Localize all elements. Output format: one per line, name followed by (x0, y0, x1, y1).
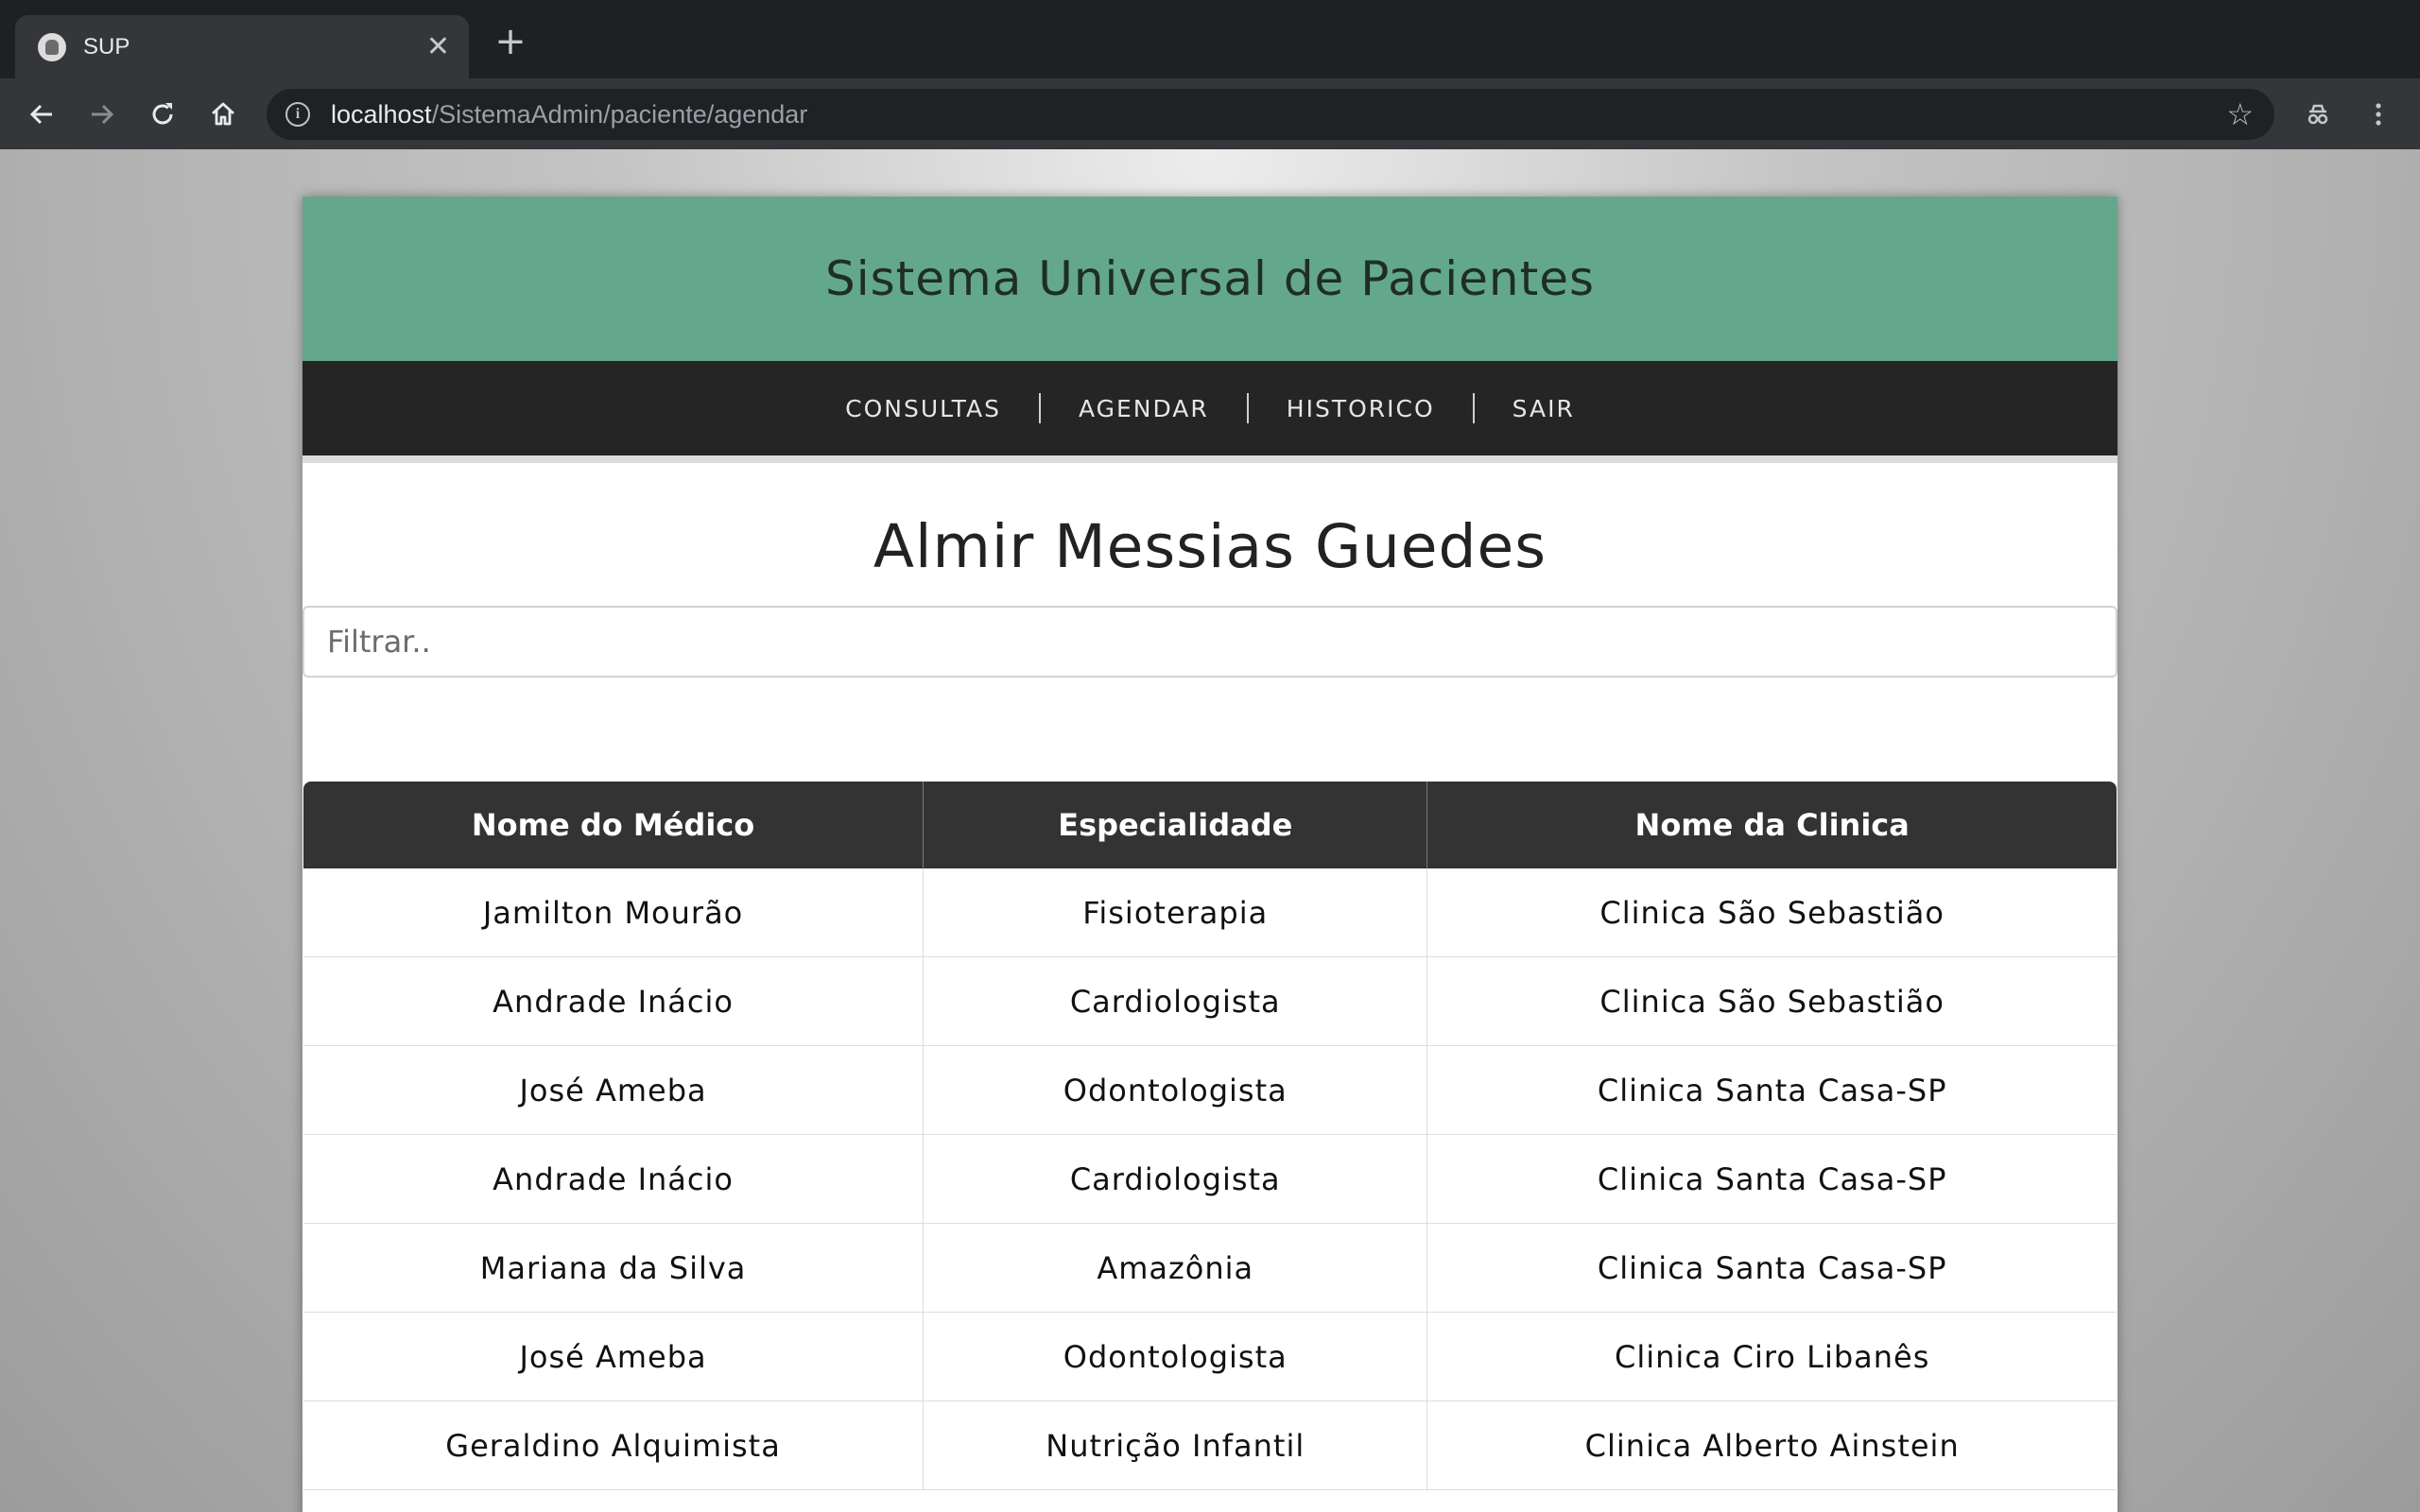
specialty-cell: Cardiologista (924, 1135, 1428, 1224)
browser-tabstrip: SUP ✕ + (0, 0, 2420, 78)
clinic-name-cell: Clinica Ciro Libanês (1427, 1313, 2117, 1401)
table-row[interactable]: Geraldino Alquimista Nutrição Infantil C… (303, 1401, 2117, 1490)
table-row[interactable]: José Ameba Odontologista Clinica Santa C… (303, 1046, 2117, 1135)
column-header-doctor[interactable]: Nome do Médico (303, 782, 925, 868)
specialty-cell: Odontologista (924, 1046, 1428, 1135)
column-header-clinic[interactable]: Nome da Clinica (1427, 782, 2117, 868)
doctor-name-cell: Geraldino Alquimista (303, 1401, 925, 1490)
filter-input[interactable] (302, 606, 2118, 678)
table-row[interactable]: José Ameba Odontologista Clinica Ciro Li… (303, 1313, 2117, 1401)
home-icon[interactable] (204, 95, 242, 133)
doctor-name-cell: Mariana da Silva (303, 1224, 925, 1313)
doctor-name-cell: Andrade Inácio (303, 1135, 925, 1224)
site-info-icon[interactable]: i (285, 102, 310, 127)
close-tab-icon[interactable]: ✕ (426, 32, 450, 61)
browser-tab[interactable]: SUP ✕ (15, 15, 469, 78)
site-nav: CONSULTAS AGENDAR HISTORICO SAIR (302, 361, 2118, 463)
incognito-extension-icon[interactable] (2299, 95, 2337, 133)
table-row[interactable]: Andrade Inácio Cardiologista Clinica San… (303, 1135, 2117, 1224)
nav-historico-link[interactable]: HISTORICO (1249, 395, 1473, 422)
clinic-name-cell: Clinica Santa Casa-SP (1427, 1135, 2117, 1224)
nav-sair-link[interactable]: SAIR (1475, 395, 1613, 422)
patient-name-heading: Almir Messias Guedes (873, 512, 1547, 581)
page-viewport: Sistema Universal de Pacientes CONSULTAS… (0, 149, 2420, 1512)
doctor-name-cell: Jamilton Mourão (303, 868, 925, 957)
specialty-cell: Cardiologista (924, 957, 1428, 1046)
site-header: Sistema Universal de Pacientes (302, 197, 2118, 361)
specialty-cell: Fisioterapia (924, 868, 1428, 957)
specialty-cell: Amazônia (924, 1224, 1428, 1313)
doctors-table: Nome do Médico Especialidade Nome da Cli… (303, 782, 2117, 1490)
column-header-specialty[interactable]: Especialidade (924, 782, 1428, 868)
clinic-name-cell: Clinica Alberto Ainstein (1427, 1401, 2117, 1490)
specialty-cell: Odontologista (924, 1313, 1428, 1401)
browser-menu-icon[interactable] (2360, 95, 2397, 133)
back-arrow-icon[interactable] (23, 95, 60, 133)
table-row[interactable]: Andrade Inácio Cardiologista Clinica São… (303, 957, 2117, 1046)
site-title: Sistema Universal de Pacientes (824, 251, 1596, 306)
content-card: Sistema Universal de Pacientes CONSULTAS… (302, 197, 2118, 1512)
url-text: localhost/SistemaAdmin/paciente/agendar (331, 99, 808, 129)
tab-title: SUP (83, 33, 130, 60)
bookmark-star-icon[interactable]: ☆ (2226, 98, 2254, 130)
reload-icon[interactable] (144, 95, 182, 133)
specialty-cell: Nutrição Infantil (924, 1401, 1428, 1490)
browser-toolbar: i localhost/SistemaAdmin/paciente/agenda… (0, 78, 2420, 149)
table-row[interactable]: Mariana da Silva Amazônia Clinica Santa … (303, 1224, 2117, 1313)
table-header-row: Nome do Médico Especialidade Nome da Cli… (303, 782, 2117, 868)
doctor-name-cell: José Ameba (303, 1046, 925, 1135)
nav-consultas-link[interactable]: CONSULTAS (807, 395, 1039, 422)
site-favicon-icon (38, 32, 66, 61)
clinic-name-cell: Clinica Santa Casa-SP (1427, 1224, 2117, 1313)
address-bar[interactable]: i localhost/SistemaAdmin/paciente/agenda… (267, 89, 2274, 140)
forward-arrow-icon[interactable] (83, 95, 121, 133)
nav-agendar-link[interactable]: AGENDAR (1041, 395, 1247, 422)
new-tab-icon[interactable]: + (492, 23, 529, 60)
doctor-name-cell: Andrade Inácio (303, 957, 925, 1046)
clinic-name-cell: Clinica Santa Casa-SP (1427, 1046, 2117, 1135)
table-row[interactable]: Jamilton Mourão Fisioterapia Clinica São… (303, 868, 2117, 957)
clinic-name-cell: Clinica São Sebastião (1427, 868, 2117, 957)
doctor-name-cell: José Ameba (303, 1313, 925, 1401)
clinic-name-cell: Clinica São Sebastião (1427, 957, 2117, 1046)
